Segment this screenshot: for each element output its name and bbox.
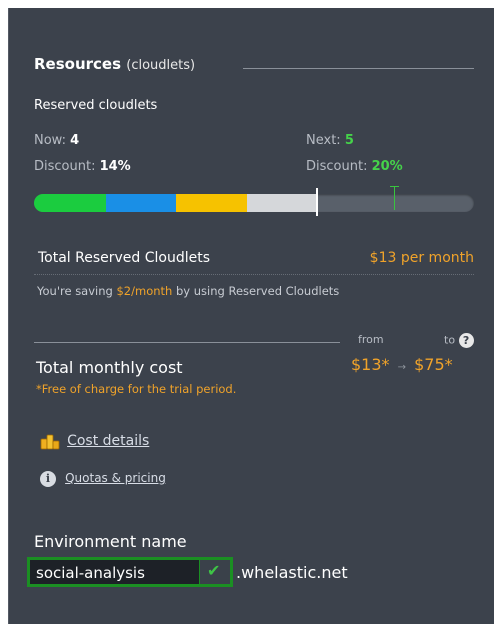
cost-details-link[interactable]: Cost details xyxy=(67,433,149,449)
saving-suffix: by using Reserved Cloudlets xyxy=(172,284,340,298)
resources-title-text: Resources xyxy=(34,55,122,73)
check-icon: ✔ xyxy=(207,561,221,580)
coins-icon xyxy=(40,434,60,449)
valid-check-box: ✔ xyxy=(199,560,230,584)
total-reserved-divider xyxy=(34,274,474,275)
monthly-cost-label: Total monthly cost xyxy=(36,358,183,377)
resources-unit: (cloudlets) xyxy=(126,58,196,73)
from-label: from xyxy=(358,333,384,346)
environment-name-input[interactable]: social-analysis ✔ xyxy=(27,557,233,587)
resources-title: Resources (cloudlets) xyxy=(34,55,195,73)
next-discount-label: Discount: xyxy=(306,159,368,174)
saving-amount: $2/month xyxy=(116,284,173,298)
next-discount-value: 20% xyxy=(371,159,403,174)
cloudlet-bar-segment-4 xyxy=(246,194,317,212)
total-reserved-price: $13 per month xyxy=(369,250,474,266)
trial-note: *Free of charge for the trial period. xyxy=(36,382,237,396)
next-marker-cap xyxy=(389,186,399,187)
cloudlet-bar-segment-1 xyxy=(34,194,106,212)
now-discount-row: Discount: 14% xyxy=(34,159,131,174)
next-value: 5 xyxy=(344,133,354,148)
arrow-icon: → xyxy=(397,362,407,373)
total-reserved-label: Total Reserved Cloudlets xyxy=(38,250,211,266)
cost-to-value: $75* xyxy=(414,355,453,374)
resources-title-rule xyxy=(243,68,474,69)
now-value: 4 xyxy=(70,133,80,148)
now-marker-handle[interactable] xyxy=(315,188,318,216)
top-border xyxy=(0,0,494,8)
monthly-rule xyxy=(34,342,340,343)
saving-note: You're saving $2/month by using Reserved… xyxy=(37,284,339,298)
environment-domain-suffix: .whelastic.net xyxy=(236,563,348,582)
info-icon: i xyxy=(40,471,56,487)
environment-name-label: Environment name xyxy=(34,532,187,551)
quotas-link-row[interactable]: i Quotas & pricing xyxy=(40,467,166,487)
monthly-cost-range: $13* → $75* xyxy=(351,355,453,374)
left-border xyxy=(0,0,8,624)
to-label: to xyxy=(444,333,456,347)
to-label-row: to ? xyxy=(444,333,474,348)
cloudlet-bar-segment-2 xyxy=(105,194,177,212)
next-marker xyxy=(393,186,395,210)
next-row: Next: 5 xyxy=(306,133,354,148)
cost-details-link-row[interactable]: Cost details xyxy=(40,430,149,450)
next-label: Next: xyxy=(306,133,341,148)
now-label: Now: xyxy=(34,133,66,148)
help-icon[interactable]: ? xyxy=(458,333,474,348)
reserved-cloudlets-heading: Reserved cloudlets xyxy=(34,98,158,113)
now-discount-label: Discount: xyxy=(34,159,96,174)
next-discount-row: Discount: 20% xyxy=(306,159,403,174)
cloudlet-bar-segment-3 xyxy=(176,194,247,212)
environment-name-value[interactable]: social-analysis xyxy=(36,564,145,582)
quotas-pricing-link[interactable]: Quotas & pricing xyxy=(65,471,166,485)
cost-from-value: $13* xyxy=(351,355,390,374)
saving-prefix: You're saving xyxy=(37,284,117,298)
now-discount-value: 14% xyxy=(99,159,131,174)
cloudlet-slider-track[interactable] xyxy=(34,194,474,212)
now-row: Now: 4 xyxy=(34,133,79,148)
